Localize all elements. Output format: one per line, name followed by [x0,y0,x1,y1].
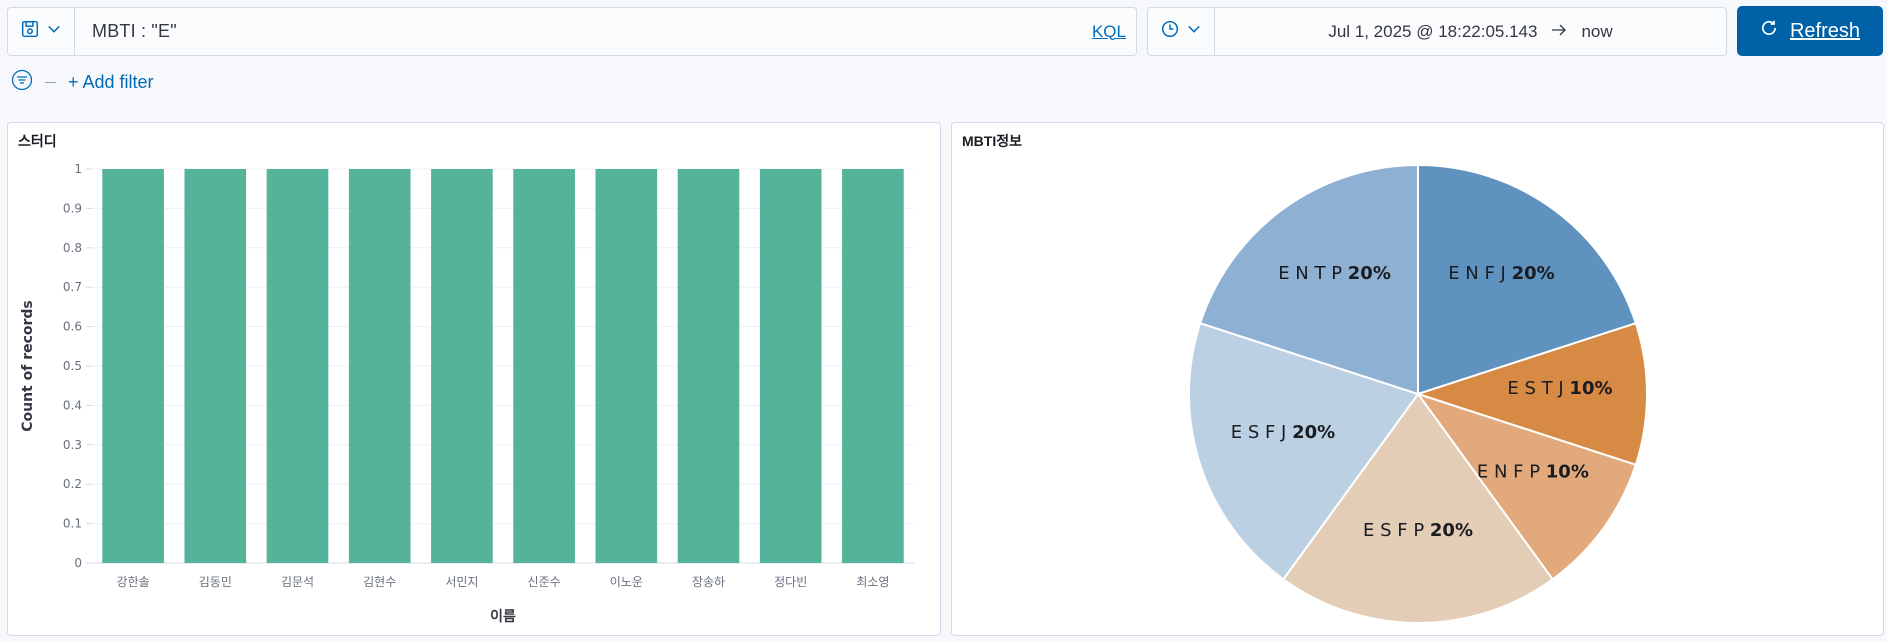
y-tick-label: 1 [74,162,82,176]
bar[interactable] [348,169,411,563]
bar[interactable] [842,169,904,563]
filter-icon[interactable] [11,69,33,96]
pie-slice-label: E N F P 10% [1477,461,1589,482]
x-tick-label: 김문석 [281,575,314,589]
refresh-label: Refresh [1789,19,1861,42]
filter-row: + Add filter [11,69,154,96]
filter-divider [45,81,56,83]
x-tick-label: 김현수 [363,575,396,589]
x-tick-label: 이노운 [610,575,643,589]
y-tick-label: 0.4 [63,398,82,412]
y-tick-label: 0.9 [63,201,82,215]
chevron-down-icon [47,22,61,41]
pie-slice-label: E S F P 20% [1363,520,1473,541]
query-input[interactable]: MBTI : "E" [75,8,1092,55]
saved-query-button[interactable] [8,8,75,55]
x-tick-label: 서민지 [445,575,478,589]
bar[interactable] [102,169,164,563]
y-tick-label: 0.5 [63,359,82,373]
bar[interactable] [677,169,740,563]
x-tick-label: 정다빈 [774,575,807,589]
clock-icon [1161,20,1179,43]
pie-slice-label: E N T P 20% [1278,263,1391,284]
x-tick-label: 강한솔 [117,575,150,589]
refresh-button[interactable]: Refresh [1737,6,1883,56]
add-filter-button[interactable]: + Add filter [68,72,154,93]
x-axis-title: 이름 [490,608,516,625]
study-bar-chart-panel: 스터디 0 0.1 0.2 0.3 0.4 0.5 0.6 0.7 0.8 0.9 1 강한솔 김동민 김… [7,122,941,636]
bar[interactable] [266,169,329,563]
x-tick-label: 신준수 [528,575,561,589]
time-start[interactable]: Jul 1, 2025 @ 18:22:05.143 [1328,22,1537,42]
save-icon [21,20,39,43]
kql-language-switch[interactable]: KQL [1092,22,1126,42]
y-tick-label: 0.7 [63,280,82,294]
chevron-down-icon [1187,22,1201,41]
time-range: Jul 1, 2025 @ 18:22:05.143 now [1215,22,1726,42]
pie-slice-label: E S T J 10% [1507,378,1612,399]
bar[interactable] [513,169,575,563]
x-tick-label: 최소영 [856,575,889,589]
quick-select-button[interactable] [1148,8,1215,55]
pie-slice-label: E N F J 20% [1448,263,1554,284]
y-tick-label: 0 [74,556,82,570]
refresh-icon [1760,19,1778,43]
bar[interactable] [184,169,247,563]
x-tick-label: 김동민 [199,575,232,589]
arrow-right-icon [1551,23,1567,41]
bar[interactable] [759,169,822,563]
query-bar: MBTI : "E" KQL [7,7,1137,56]
bar[interactable] [431,169,493,563]
y-tick-label: 0.6 [63,320,82,334]
pie-slice-label: E S F J 20% [1231,422,1335,443]
x-tick-label: 장송하 [692,575,725,589]
bar[interactable] [595,169,658,563]
y-axis-title: Count of records [20,300,36,432]
pie-chart: E N F J 20% E S T J 10% E N F P 10% E S F P… [1188,163,1648,624]
bar-chart: 0 0.1 0.2 0.3 0.4 0.5 0.6 0.7 0.8 0.9 1 강한솔 김동민 김문석 김현… [20,162,914,625]
time-picker: Jul 1, 2025 @ 18:22:05.143 now [1147,7,1727,56]
time-end[interactable]: now [1581,22,1612,42]
y-tick-label: 0.8 [63,241,82,255]
mbti-pie-chart-panel: MBTI정보 E N F J 20% E S T J 10% E N F P 10%… [951,122,1884,636]
y-tick-label: 0.1 [63,517,82,531]
y-tick-label: 0.3 [63,438,82,452]
y-tick-label: 0.2 [63,477,82,491]
